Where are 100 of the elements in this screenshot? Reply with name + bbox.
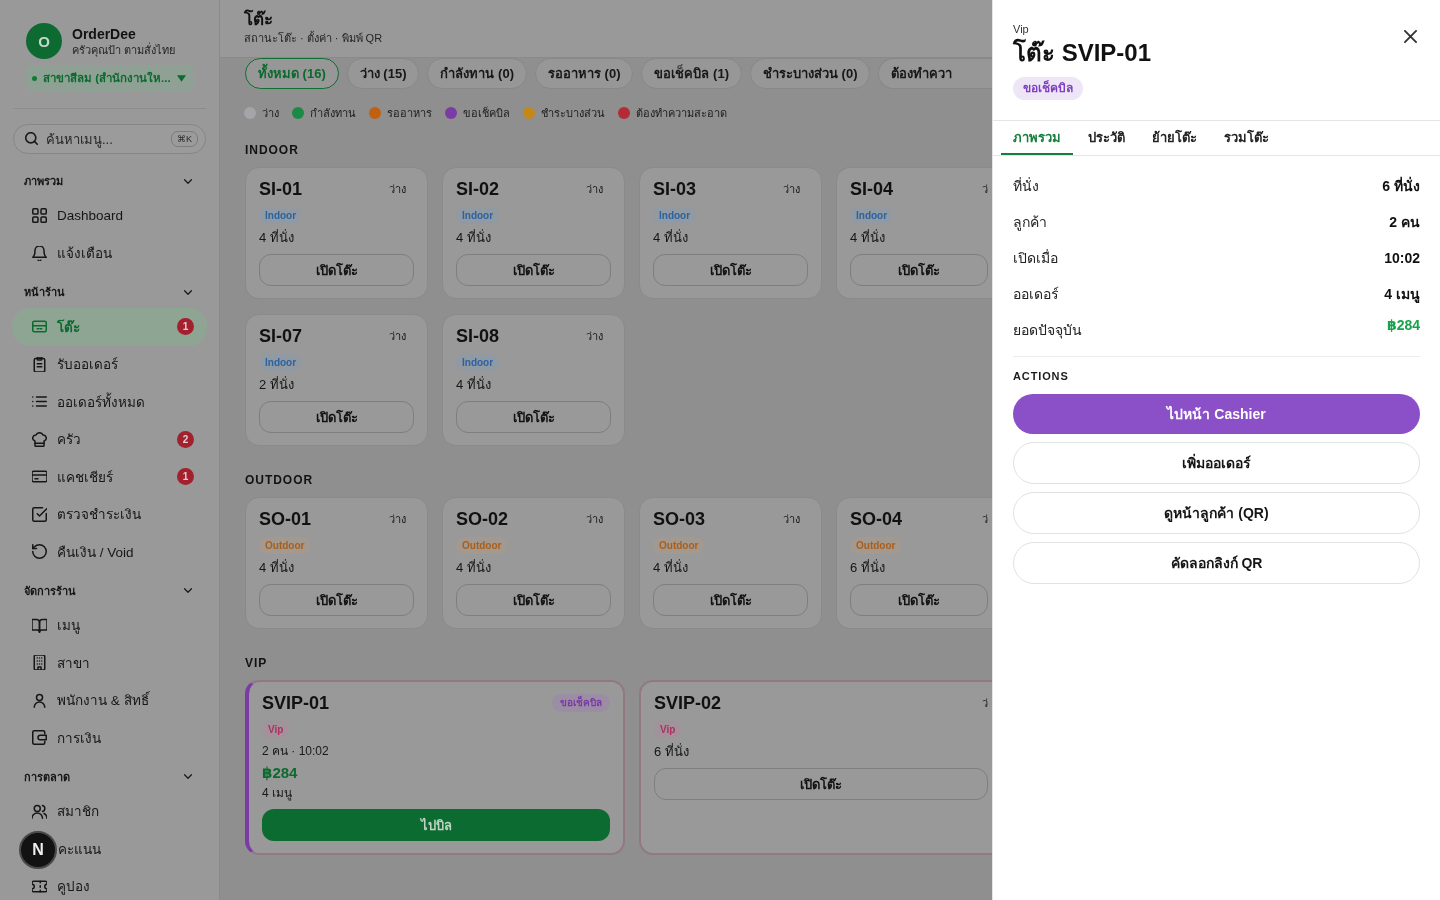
count-badge: 1: [177, 318, 194, 336]
detail-value: 10:02: [1384, 250, 1420, 266]
detail-value: ฿284: [1386, 316, 1420, 335]
dev-tools-button[interactable]: N: [19, 831, 57, 869]
table-name: SI-04: [850, 178, 894, 201]
order-count-text: 4 เมนู: [262, 785, 292, 802]
brand-name: OrderDee: [72, 25, 136, 42]
filter-chip[interactable]: ขอเช็คบิล (1): [641, 58, 742, 89]
open-table-button[interactable]: เปิดโต๊ะ: [850, 584, 988, 616]
zone-heading: VIP: [245, 656, 269, 670]
table-card[interactable]: SO-01 ว่าง Outdoor 4 ที่นั่ง เปิดโต๊ะ: [245, 497, 428, 629]
building-icon: [32, 655, 47, 671]
action-button[interactable]: ไปหน้า Cashier: [1013, 394, 1420, 434]
detail-value: 4 เมนู: [1384, 285, 1420, 305]
sidebar-item[interactable]: พนักงาน & สิทธิ์: [12, 681, 207, 719]
panel-tab[interactable]: ประวัติ: [1076, 121, 1137, 155]
count-badge: 1: [177, 468, 194, 486]
table-card[interactable]: SI-02 ว่าง Indoor 4 ที่นั่ง เปิดโต๊ะ: [442, 167, 625, 299]
zone-tag: Outdoor: [653, 537, 705, 554]
section-heading: ACTIONS: [1013, 369, 1070, 383]
sidebar-item[interactable]: แจ้งเตือน: [12, 234, 207, 272]
table-name: SVIP-02: [654, 692, 722, 715]
chevron-icon[interactable]: [184, 774, 192, 779]
table-name: SI-07: [259, 325, 303, 348]
go-to-bill-button[interactable]: ไปบิล: [262, 809, 610, 841]
sidebar-item[interactable]: คูปอง: [12, 867, 207, 900]
sidebar-item[interactable]: Dashboard: [12, 197, 207, 235]
sidebar-item[interactable]: สมาชิก: [12, 792, 207, 830]
open-table-button[interactable]: เปิดโต๊ะ: [653, 584, 808, 616]
sidebar-item[interactable]: รับออเดอร์: [12, 345, 207, 383]
chevron-icon[interactable]: [184, 588, 192, 593]
zone-tag: Indoor: [653, 207, 697, 224]
status-label: ว่: [982, 182, 988, 197]
sidebar-item[interactable]: ครัว 2: [12, 420, 207, 458]
panel-tab[interactable]: รวมโต๊ะ: [1212, 121, 1281, 155]
table-card[interactable]: SI-04 ว่ Indoor 4 ที่นั่ง เปิดโต๊ะ: [836, 167, 992, 299]
table-card[interactable]: SVIP-02 ว่ Vip 6 ที่นั่ง เปิดโต๊ะ: [639, 680, 992, 855]
filter-chip[interactable]: ต้องทำควา: [878, 58, 992, 89]
checkbox-icon: [32, 506, 47, 522]
detail-label: ออเดอร์: [1013, 285, 1059, 304]
sidebar-item[interactable]: สาขา: [12, 644, 207, 682]
rotate-arrow-icon: [32, 544, 47, 560]
open-table-button[interactable]: เปิดโต๊ะ: [456, 401, 611, 433]
action-button[interactable]: คัดลอกลิงก์ QR: [1013, 542, 1420, 584]
sidebar-item[interactable]: ตรวจชำระเงิน: [12, 495, 207, 533]
status-label: ว่าง: [586, 182, 603, 197]
table-name: SO-02: [456, 508, 509, 531]
open-table-button[interactable]: เปิดโต๊ะ: [653, 254, 808, 286]
seat-count: 4 ที่นั่ง: [456, 228, 491, 247]
sidebar-item[interactable]: ออเดอร์ทั้งหมด: [12, 383, 207, 421]
open-table-button[interactable]: เปิดโต๊ะ: [259, 584, 414, 616]
open-table-button[interactable]: เปิดโต๊ะ: [456, 584, 611, 616]
status-badge: ขอเช็คบิล: [552, 694, 610, 712]
table-name: SVIP-01: [262, 692, 330, 715]
panel-icon: [32, 319, 47, 335]
table-card[interactable]: SO-04 ว่ Outdoor 6 ที่นั่ง เปิดโต๊ะ: [836, 497, 992, 629]
zone-tag: Vip: [654, 721, 682, 738]
chevron-icon[interactable]: [184, 178, 192, 184]
panel-tab[interactable]: ย้ายโต๊ะ: [1140, 121, 1209, 155]
filter-chip[interactable]: ชำระบางส่วน (0): [749, 58, 871, 89]
panel-tab[interactable]: ภาพรวม: [1001, 121, 1073, 155]
filter-chip[interactable]: ว่าง (15): [346, 58, 420, 89]
table-card[interactable]: SI-01 ว่าง Indoor 4 ที่นั่ง เปิดโต๊ะ: [245, 167, 428, 299]
sidebar-item[interactable]: คืนเงิน / Void: [12, 533, 207, 571]
grid-icon: [32, 208, 47, 224]
chevron-icon[interactable]: [184, 289, 192, 295]
table-card[interactable]: SI-07 ว่าง Indoor 2 ที่นั่ง เปิดโต๊ะ: [245, 314, 428, 446]
action-button[interactable]: ดูหน้าลูกค้า (QR): [1013, 492, 1420, 534]
sidebar-item[interactable]: โต๊ะ 1: [12, 308, 207, 346]
open-table-button[interactable]: เปิดโต๊ะ: [259, 401, 414, 433]
clipboard-icon: [32, 356, 47, 372]
table-card[interactable]: SVIP-01 ขอเช็คบิล Vip 2 คน · 10:02 ฿284 4 เมนู ไปบิล: [245, 680, 625, 855]
status-label: ว่: [982, 696, 988, 711]
legend-label: ต้องทำความสะอาด: [636, 106, 727, 121]
status-label: ว่าง: [783, 512, 800, 527]
book-icon: [32, 617, 47, 633]
sidebar-item[interactable]: การเงิน: [12, 719, 207, 757]
table-card[interactable]: SI-08 ว่าง Indoor 4 ที่นั่ง เปิดโต๊ะ: [442, 314, 625, 446]
action-button[interactable]: เพิ่มออเดอร์: [1013, 442, 1420, 484]
legend-label: รออาหาร: [387, 106, 432, 121]
sidebar-item[interactable]: เมนู: [12, 606, 207, 644]
user-icon: [32, 692, 47, 708]
filter-chip[interactable]: กำลังทาน (0): [427, 58, 527, 89]
zone-tag: Vip: [262, 721, 290, 738]
open-table-button[interactable]: เปิดโต๊ะ: [654, 768, 988, 800]
sidebar-item[interactable]: คะแนน: [58, 830, 207, 868]
zone-tag: Outdoor: [456, 537, 508, 554]
table-card[interactable]: SO-02 ว่าง Outdoor 4 ที่นั่ง เปิดโต๊ะ: [442, 497, 625, 629]
seat-count: 4 ที่นั่ง: [259, 228, 294, 247]
open-table-button[interactable]: เปิดโต๊ะ: [850, 254, 988, 286]
open-table-button[interactable]: เปิดโต๊ะ: [456, 254, 611, 286]
open-table-button[interactable]: เปิดโต๊ะ: [259, 254, 414, 286]
seat-count: 2 ที่นั่ง: [259, 375, 294, 394]
detail-label: ลูกค้า: [1013, 213, 1047, 233]
filter-chip[interactable]: รออาหาร (0): [534, 58, 634, 89]
seat-count: 4 ที่นั่ง: [850, 228, 885, 247]
sidebar-item[interactable]: แคชเชียร์ 1: [12, 458, 207, 496]
table-card[interactable]: SO-03 ว่าง Outdoor 4 ที่นั่ง เปิดโต๊ะ: [639, 497, 822, 629]
table-name: SI-03: [653, 178, 697, 201]
table-card[interactable]: SI-03 ว่าง Indoor 4 ที่นั่ง เปิดโต๊ะ: [639, 167, 822, 299]
